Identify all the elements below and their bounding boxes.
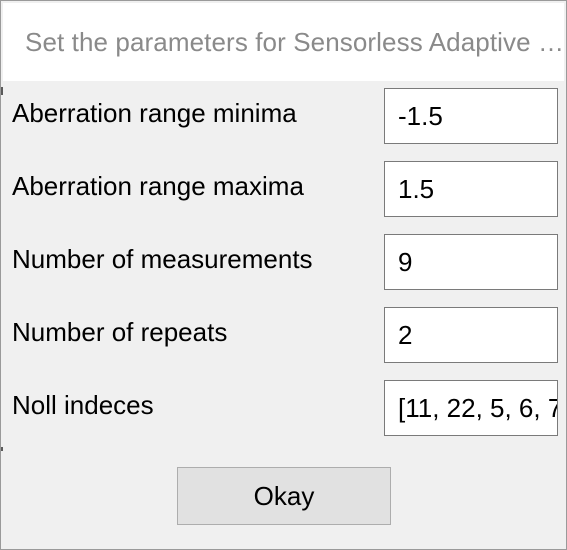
- measurements-input[interactable]: [384, 234, 558, 290]
- background-window-edge: [1, 447, 3, 451]
- aberration-maxima-label: Aberration range maxima: [12, 171, 304, 201]
- noll-indices-label: Noll indeces: [12, 390, 154, 420]
- aberration-minima-input[interactable]: [384, 88, 558, 144]
- form-row-repeats: Number of repeats: [1, 307, 566, 365]
- noll-indices-input[interactable]: [384, 380, 558, 436]
- aberration-maxima-input[interactable]: [384, 161, 558, 217]
- measurements-label: Number of measurements: [12, 244, 313, 274]
- repeats-input[interactable]: [384, 307, 558, 363]
- form-row-noll-indices: Noll indeces: [1, 380, 566, 438]
- aberration-minima-label: Aberration range minima: [12, 98, 297, 128]
- dialog-title: Set the parameters for Sensorless Adapti…: [25, 27, 565, 57]
- form-row-measurements: Number of measurements: [1, 234, 566, 292]
- form-row-aberration-minima: Aberration range minima: [1, 88, 566, 146]
- parameters-dialog: Set the parameters for Sensorless Adapti…: [0, 0, 567, 550]
- dialog-titlebar[interactable]: Set the parameters for Sensorless Adapti…: [3, 3, 565, 81]
- form-row-aberration-maxima: Aberration range maxima: [1, 161, 566, 219]
- repeats-label: Number of repeats: [12, 317, 228, 347]
- okay-button[interactable]: Okay: [177, 467, 391, 525]
